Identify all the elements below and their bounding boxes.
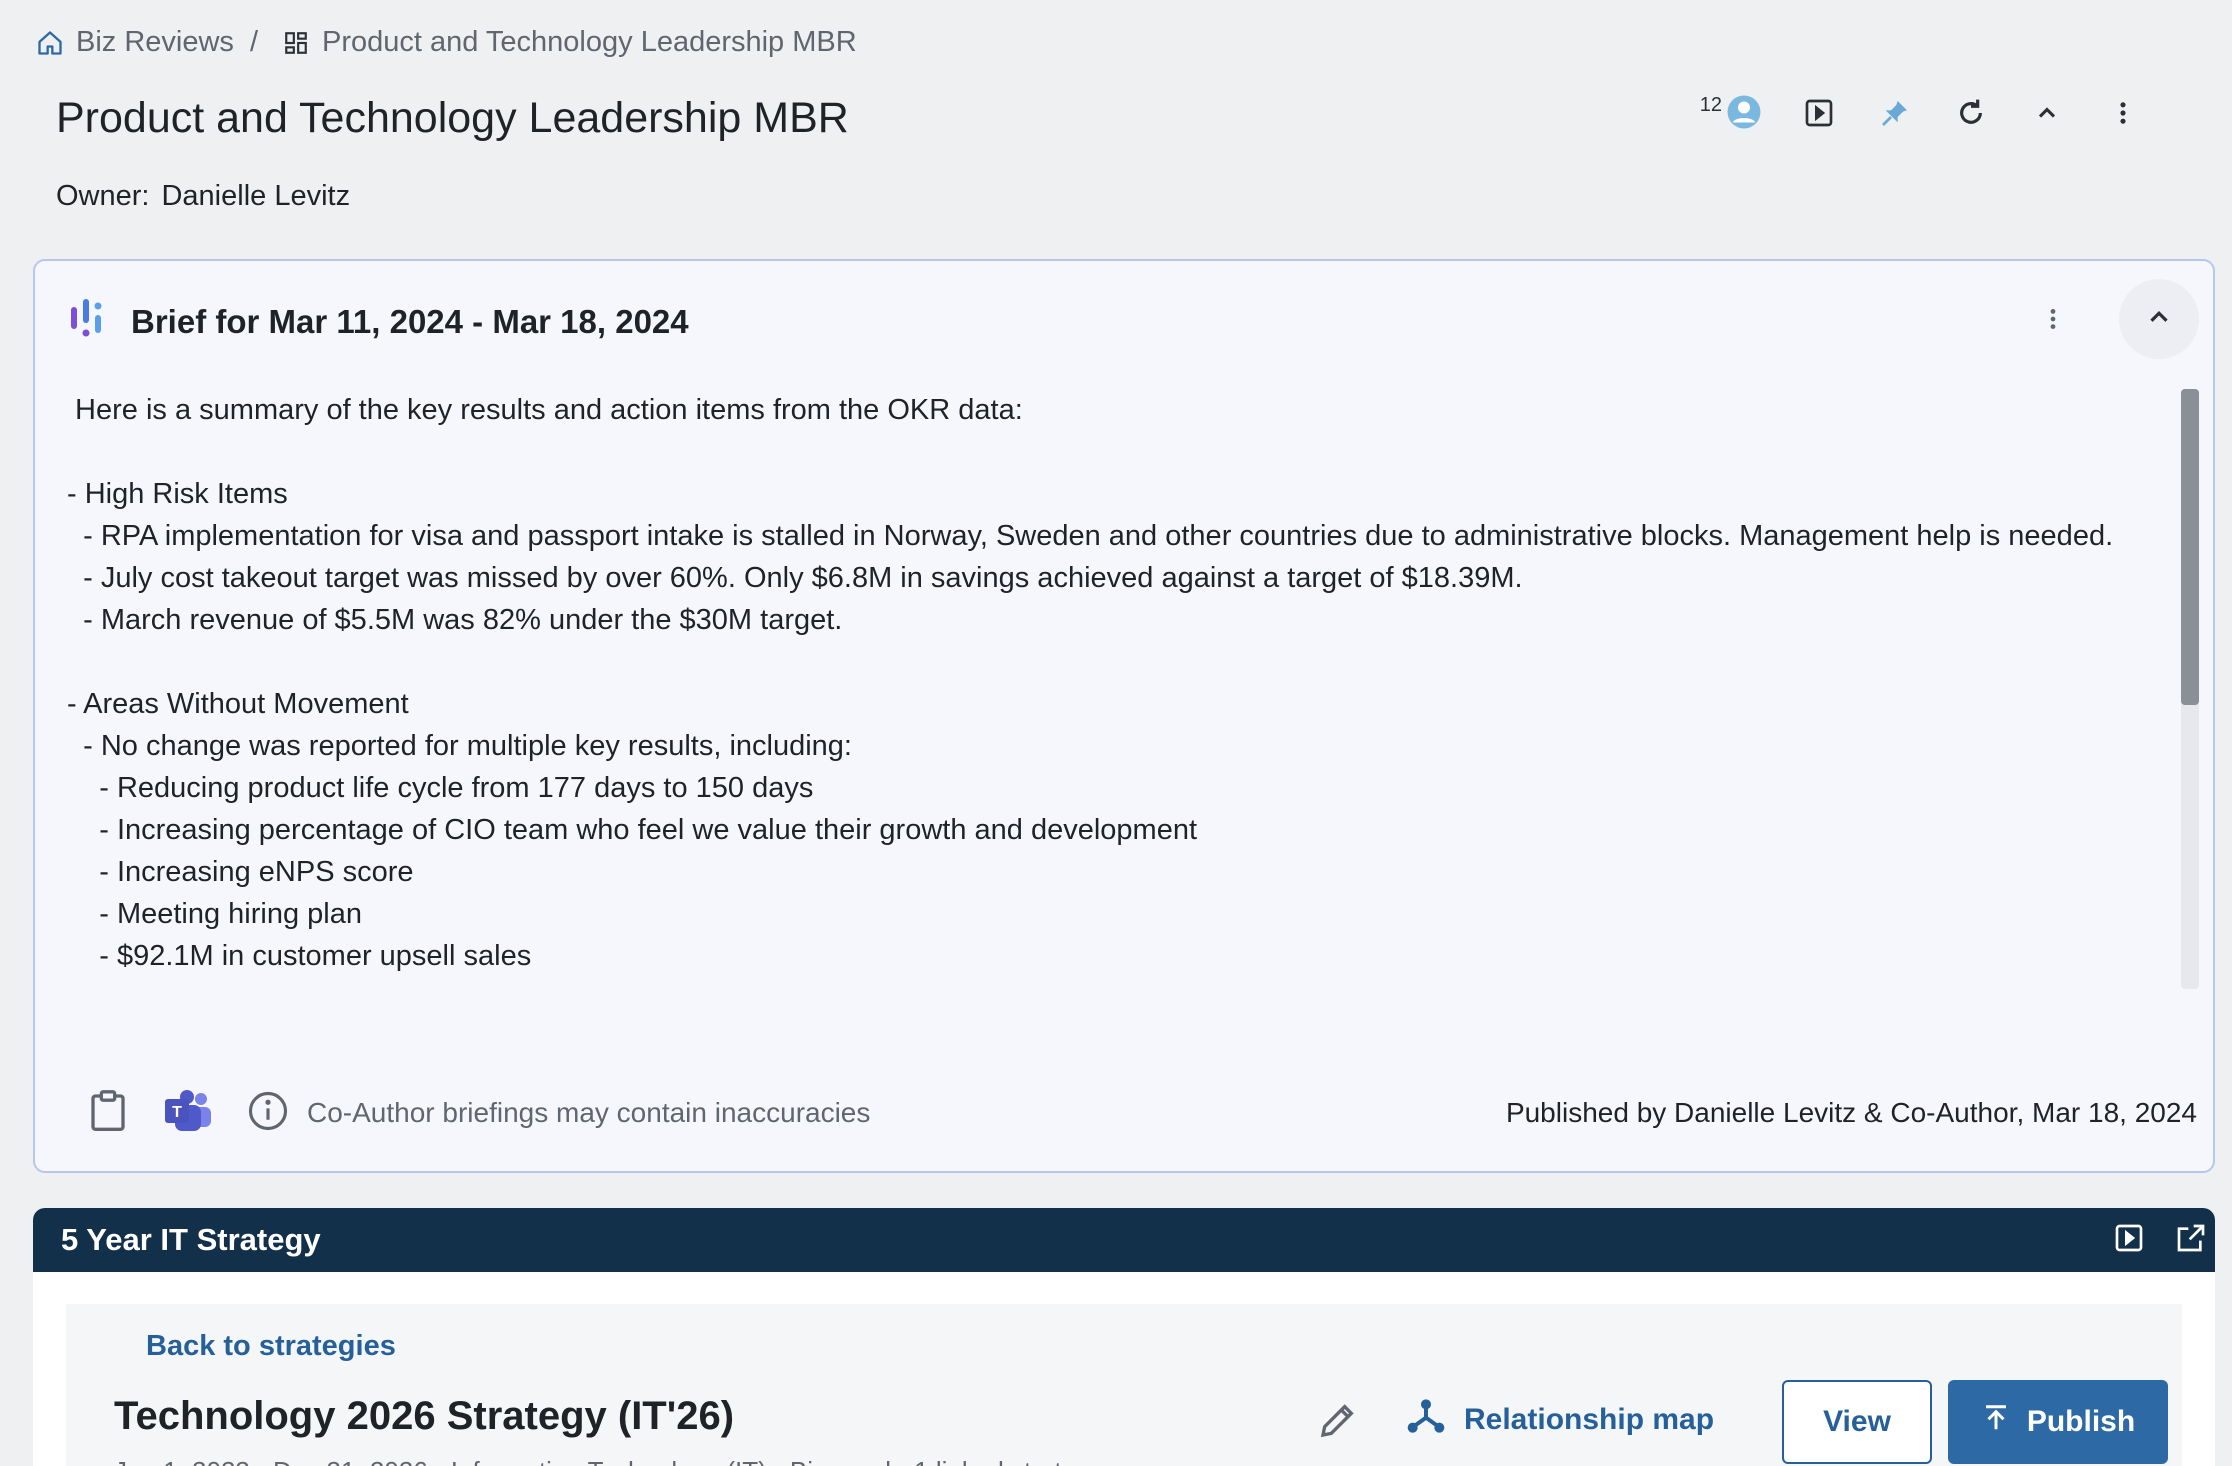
collapse-header-button[interactable]	[2028, 96, 2066, 134]
pin-icon	[1879, 97, 1911, 134]
user-avatar-icon	[1726, 94, 1762, 136]
open-external-button[interactable]	[2173, 1222, 2209, 1258]
strategy-panel-title: 5 Year IT Strategy	[61, 1222, 321, 1257]
co-author-logo-icon	[69, 297, 109, 346]
brief-line: - Increasing percentage of CIO team who …	[67, 814, 1198, 846]
viewers-button[interactable]: 12	[1700, 94, 1762, 136]
brief-collapse-button[interactable]	[2119, 279, 2199, 359]
breadcrumb-biz-reviews[interactable]: Biz Reviews	[76, 26, 234, 59]
external-link-icon	[2175, 1222, 2207, 1259]
published-text: Published by Danielle Levitz & Co-Author…	[1505, 1097, 2197, 1128]
pin-button[interactable]	[1876, 96, 1914, 134]
strategy-panel-header: 5 Year IT Strategy	[33, 1208, 2215, 1272]
brief-line: - No change was reported for multiple ke…	[67, 730, 852, 762]
brief-more-button[interactable]	[2035, 303, 2071, 339]
info-icon	[247, 1090, 289, 1137]
brief-line: - $92.1M in customer upsell sales	[67, 940, 532, 972]
brief-card: Brief for Mar 11, 2024 - Mar 18, 2024 He…	[33, 259, 2215, 1173]
present-icon	[1803, 97, 1835, 134]
brief-scrollbar[interactable]	[2181, 389, 2199, 989]
brief-line	[67, 641, 2147, 683]
info-button[interactable]	[245, 1090, 291, 1136]
chevron-up-icon	[2033, 99, 2061, 132]
more-vertical-icon	[2109, 99, 2137, 132]
relationship-map-label: Relationship map	[1464, 1403, 1715, 1436]
share-teams-button[interactable]: T	[163, 1089, 213, 1138]
strategy-present-button[interactable]	[2111, 1222, 2147, 1258]
dashboard-icon	[280, 27, 312, 59]
strategy-panel: 5 Year IT Strategy Back to strategies Te…	[33, 1208, 2215, 1466]
back-to-strategies-link[interactable]: Back to strategies	[146, 1330, 396, 1363]
page: Biz Reviews / Product and Technology Lea…	[0, 0, 2232, 1466]
breadcrumb-current: Product and Technology Leadership MBR	[322, 26, 857, 58]
brief-line	[67, 431, 2147, 473]
more-vertical-icon	[2040, 306, 2066, 337]
copy-button[interactable]	[85, 1089, 131, 1138]
brief-footer: T Co-Author briefings may contain inaccu…	[85, 1083, 2197, 1143]
brief-content: Here is a summary of the key results and…	[67, 389, 2147, 989]
breadcrumb: Biz Reviews / Product and Technology Lea…	[34, 26, 857, 59]
upload-icon	[1981, 1403, 2011, 1441]
brief-line: - Increasing eNPS score	[67, 856, 414, 888]
clipboard-icon	[88, 1089, 128, 1138]
brief-line: - High Risk Items	[67, 478, 288, 510]
pencil-icon	[1318, 1400, 1358, 1445]
relationship-map-icon	[1406, 1396, 1446, 1444]
brief-scrollbar-thumb[interactable]	[2181, 389, 2199, 705]
strategy-name: Technology 2026 Strategy (IT'26)	[114, 1394, 735, 1438]
brief-line: - Areas Without Movement	[67, 688, 409, 720]
strategy-summary: Back to strategies Technology 2026 Strat…	[66, 1304, 2182, 1466]
teams-icon: T	[163, 1089, 213, 1138]
edit-strategy-button[interactable]	[1316, 1400, 1360, 1444]
page-title: Product and Technology Leadership MBR	[56, 94, 849, 142]
brief-line: - Meeting hiring plan	[67, 898, 362, 930]
owner-name: Danielle Levitz	[161, 180, 351, 212]
brief-line: - RPA implementation for visa and passpo…	[67, 520, 2114, 552]
strategy-meta: Jan 1, 2023 - Dec 31, 2026 · Information…	[114, 1456, 1104, 1466]
refresh-button[interactable]	[1952, 96, 1990, 134]
more-options-button[interactable]	[2104, 96, 2142, 134]
view-button[interactable]: View	[1782, 1380, 1932, 1464]
owner-line: Owner: Danielle Levitz	[56, 180, 350, 213]
refresh-icon	[1955, 97, 1987, 134]
brief-title: Brief for Mar 11, 2024 - Mar 18, 2024	[131, 302, 689, 340]
svg-text:T: T	[172, 1104, 182, 1121]
publish-button[interactable]: Publish	[1948, 1380, 2168, 1464]
brief-line: Here is a summary of the key results and…	[67, 394, 1023, 426]
home-icon[interactable]	[34, 27, 66, 59]
chevron-up-icon	[2144, 302, 2174, 337]
owner-label: Owner:	[56, 180, 150, 212]
brief-line: - March revenue of $5.5M was 82% under t…	[67, 604, 843, 636]
relationship-map-button[interactable]: Relationship map	[1406, 1396, 1714, 1444]
brief-line: - July cost takeout target was missed by…	[67, 562, 1523, 594]
publish-label: Publish	[2026, 1405, 2136, 1438]
viewer-count: 12	[1699, 94, 1722, 116]
present-icon	[2113, 1222, 2145, 1259]
disclaimer-text: Co-Author briefings may contain inaccura…	[307, 1097, 871, 1128]
brief-header: Brief for Mar 11, 2024 - Mar 18, 2024	[69, 297, 689, 346]
present-button[interactable]	[1800, 96, 1838, 134]
brief-line: - Reducing product life cycle from 177 d…	[67, 772, 814, 804]
breadcrumb-separator: /	[249, 26, 258, 58]
header-toolbar: 12	[1700, 94, 2142, 136]
